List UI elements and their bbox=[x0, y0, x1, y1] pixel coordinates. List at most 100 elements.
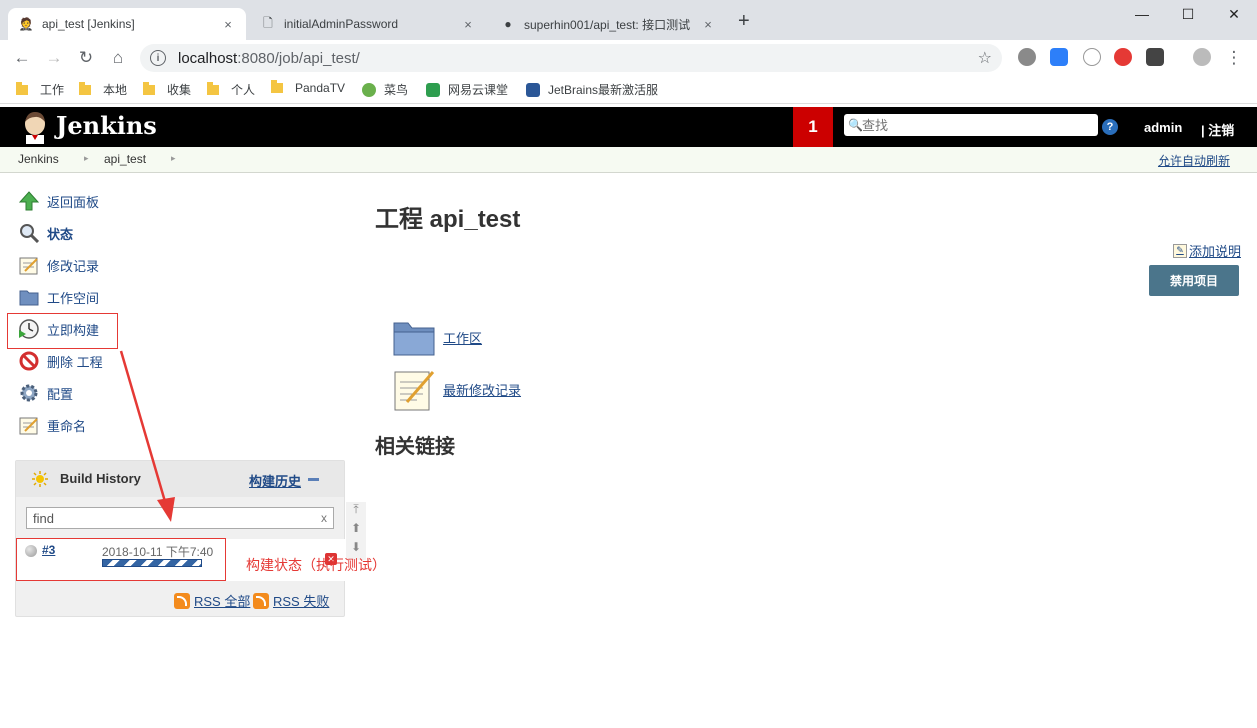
highlight-box-build-row bbox=[16, 538, 226, 581]
breadcrumb-jenkins[interactable]: Jenkins bbox=[18, 152, 59, 166]
notepad-icon bbox=[394, 371, 435, 411]
selenium-extension-icon[interactable] bbox=[1146, 48, 1164, 66]
task-workspace[interactable]: 工作空间 bbox=[18, 286, 99, 308]
breadcrumb-api-test[interactable]: api_test bbox=[104, 152, 146, 166]
folder-icon bbox=[271, 80, 283, 93]
rss-icon bbox=[174, 592, 190, 609]
task-configure[interactable]: 配置 bbox=[18, 382, 73, 404]
no-entry-icon bbox=[18, 350, 40, 372]
recent-changes-link[interactable]: 最新修改记录 bbox=[393, 366, 521, 412]
user-link[interactable]: admin bbox=[1144, 120, 1182, 135]
add-description-label: 添加说明 bbox=[1188, 244, 1241, 259]
blue-extension-icon[interactable] bbox=[1050, 48, 1068, 66]
minimize-button[interactable]: — bbox=[1119, 0, 1165, 28]
url-host: localhost bbox=[178, 49, 238, 67]
rss-failed-label: RSS 失败 bbox=[273, 594, 330, 609]
bookmark-star-icon[interactable]: ☆ bbox=[978, 48, 992, 68]
task-label: 删除 工程 bbox=[47, 354, 103, 370]
disable-project-button[interactable]: 禁用项目 bbox=[1149, 265, 1239, 296]
reload-icon[interactable]: ↻ bbox=[74, 46, 98, 70]
menu-dots-icon[interactable]: ⋮ bbox=[1222, 46, 1246, 70]
tab-title: superhin001/api_test: 接口测试 bbox=[524, 17, 691, 32]
task-label: 重命名 bbox=[47, 418, 87, 434]
folder-icon bbox=[143, 81, 155, 95]
workspace-link[interactable]: 工作区 bbox=[393, 318, 482, 356]
folder-icon bbox=[79, 81, 91, 95]
build-trend-link[interactable]: 构建历史 bbox=[249, 471, 301, 490]
up-arrow-icon bbox=[18, 190, 40, 212]
bookmark-label: 个人 bbox=[231, 83, 256, 97]
task-changes[interactable]: 修改记录 bbox=[18, 254, 99, 276]
page-up-icon[interactable]: ⬆ bbox=[346, 521, 366, 540]
red-extension-icon[interactable] bbox=[1114, 48, 1132, 66]
site-info-icon[interactable]: i bbox=[150, 50, 166, 66]
new-tab-button[interactable]: + bbox=[738, 10, 750, 33]
bookmark-folder[interactable]: 收集 bbox=[143, 81, 191, 98]
address-bar[interactable]: i localhost:8080/job/api_test/ ☆ bbox=[140, 44, 1002, 72]
runoob-icon bbox=[362, 82, 376, 97]
bookmark-label: JetBrains最新激活服 bbox=[548, 83, 659, 97]
bookmark-folder[interactable]: 工作 bbox=[16, 81, 64, 98]
bookmark-folder[interactable]: PandaTV bbox=[271, 80, 345, 95]
circle-extension-icon[interactable] bbox=[1083, 48, 1101, 66]
tab-close-icon[interactable]: × bbox=[700, 17, 716, 32]
bookmark-link[interactable]: 菜鸟 bbox=[362, 81, 408, 98]
breadcrumb-chevron-icon[interactable]: ▸ bbox=[84, 153, 89, 164]
netease-study-icon bbox=[426, 82, 440, 97]
rss-all-link[interactable]: RSS 全部 bbox=[174, 591, 250, 610]
build-history-pager: ⤒ ⬆ ⬇ bbox=[346, 502, 366, 560]
tomato-extension-icon[interactable] bbox=[1018, 48, 1036, 66]
workspace-link-label: 工作区 bbox=[443, 330, 483, 346]
browser-toolbar: ← → ↻ ⌂ i localhost:8080/job/api_test/ ☆… bbox=[0, 40, 1257, 76]
task-back-to-dashboard[interactable]: 返回面板 bbox=[18, 190, 99, 212]
task-label: 修改记录 bbox=[47, 258, 100, 274]
bookmark-folder[interactable]: 个人 bbox=[207, 81, 255, 98]
clear-filter-icon[interactable]: x bbox=[321, 511, 327, 525]
build-filter-input[interactable]: find x bbox=[26, 507, 334, 529]
folder-icon bbox=[18, 286, 40, 308]
browser-tab-jenkins[interactable]: 🤵 api_test [Jenkins] × bbox=[8, 8, 246, 40]
bookmark-link[interactable]: JetBrains最新激活服 bbox=[526, 81, 658, 98]
bookmark-link[interactable]: 网易云课堂 bbox=[426, 81, 508, 98]
magnifier-icon bbox=[18, 222, 40, 244]
logout-link[interactable]: | 注销 bbox=[1201, 120, 1234, 139]
jenkins-butler-icon[interactable] bbox=[18, 110, 52, 144]
task-status[interactable]: 状态 bbox=[18, 222, 73, 244]
add-description-link[interactable]: ✎ 添加说明 bbox=[1172, 241, 1241, 260]
bookmark-label: 网易云课堂 bbox=[448, 83, 509, 97]
browser-tabstrip: 🤵 api_test [Jenkins] × 🗋 initialAdminPas… bbox=[0, 0, 1257, 40]
collapse-icon[interactable] bbox=[308, 478, 319, 481]
rss-all-label: RSS 全部 bbox=[194, 594, 251, 609]
jenkins-search-box[interactable]: 🔍 bbox=[844, 114, 1098, 136]
task-delete-project[interactable]: 删除 工程 bbox=[18, 350, 103, 372]
bookmark-folder[interactable]: 本地 bbox=[79, 81, 127, 98]
tab-close-icon[interactable]: × bbox=[220, 17, 236, 32]
notification-badge[interactable]: 1 bbox=[793, 107, 833, 147]
search-input[interactable] bbox=[862, 117, 1082, 133]
home-icon[interactable]: ⌂ bbox=[106, 46, 130, 70]
jenkins-favicon-icon: 🤵 bbox=[18, 17, 34, 31]
tab-close-icon[interactable]: × bbox=[460, 17, 476, 32]
close-window-button[interactable]: ✕ bbox=[1211, 0, 1257, 28]
rss-failed-link[interactable]: RSS 失败 bbox=[253, 591, 329, 610]
help-icon[interactable]: ? bbox=[1102, 119, 1118, 135]
tab-title: initialAdminPassword bbox=[284, 17, 399, 31]
browser-tab-password[interactable]: 🗋 initialAdminPassword × bbox=[250, 8, 486, 40]
task-label: 工作空间 bbox=[47, 290, 100, 306]
jenkins-logo-text[interactable]: Jenkins bbox=[56, 111, 157, 140]
annotation-text: 构建状态（执行测试） bbox=[246, 557, 386, 573]
address-url: localhost:8080/job/api_test/ bbox=[178, 50, 360, 67]
profile-avatar-icon[interactable] bbox=[1193, 48, 1211, 66]
notepad-icon bbox=[18, 254, 40, 276]
maximize-button[interactable]: ☐ bbox=[1165, 0, 1211, 28]
page-top-icon[interactable]: ⤒ bbox=[346, 502, 366, 521]
back-arrow-icon[interactable]: ← bbox=[10, 46, 34, 70]
auto-refresh-link[interactable]: 允许自动刷新 bbox=[1158, 152, 1230, 169]
task-rename[interactable]: 重命名 bbox=[18, 414, 86, 436]
recent-changes-label: 最新修改记录 bbox=[443, 382, 522, 398]
breadcrumb-chevron-icon[interactable]: ▸ bbox=[171, 153, 176, 164]
browser-tab-github[interactable]: ● superhin001/api_test: 接口测试 × bbox=[490, 8, 726, 40]
jenkins-header: Jenkins 1 🔍 ? admin | 注销 bbox=[0, 107, 1257, 147]
forward-arrow-icon[interactable]: → bbox=[42, 46, 66, 70]
task-label: 返回面板 bbox=[47, 194, 100, 210]
